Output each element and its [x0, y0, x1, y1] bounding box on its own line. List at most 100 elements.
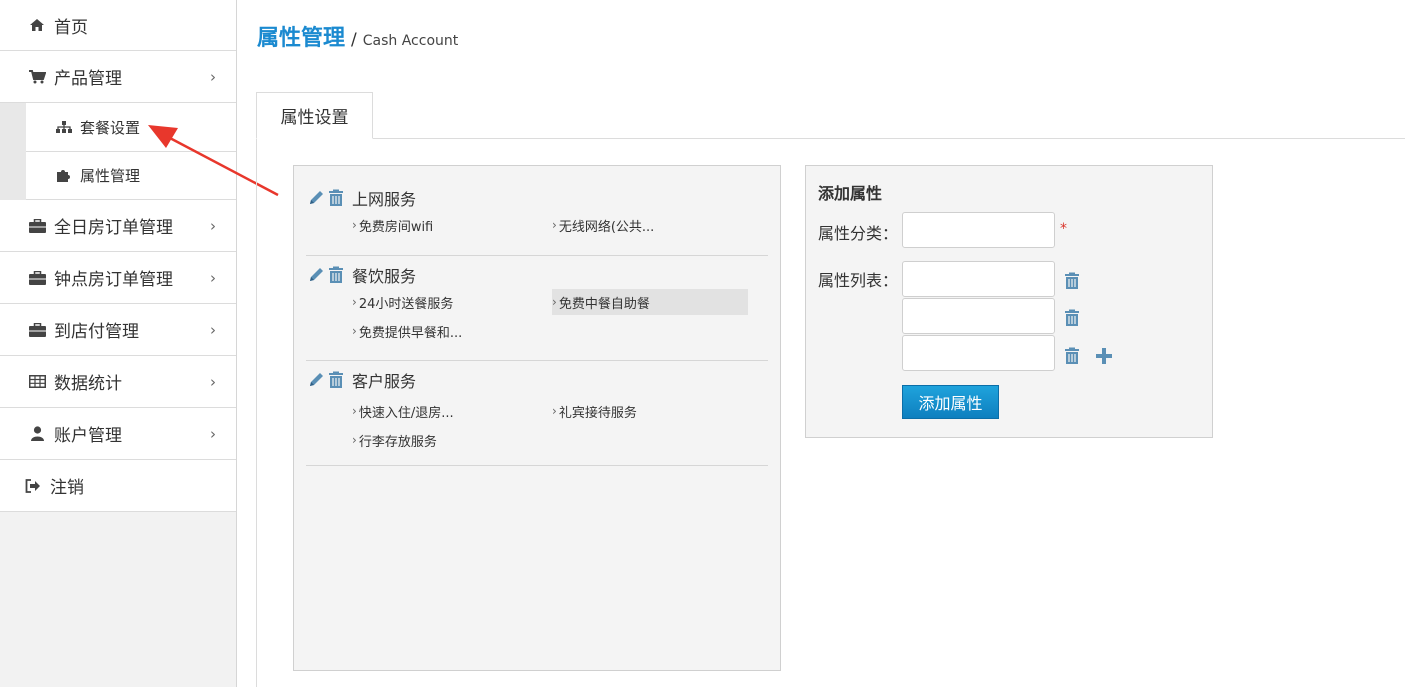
chevron-right-icon: › [210, 268, 216, 287]
briefcase-icon [28, 322, 46, 337]
attribute-option-label: 行李存放服务 [358, 434, 437, 450]
attribute-option[interactable]: › 24小时送餐服务 [352, 289, 453, 315]
sidebar: 首页 产品管理 › 套餐设置 属性管理 全日房订单管理 › 钟点房订单管理 › … [0, 0, 237, 687]
attribute-option-label: 免费中餐自助餐 [558, 296, 650, 312]
sidebar-item-statistics[interactable]: 数据统计 › [0, 356, 236, 408]
cart-icon [28, 69, 46, 84]
attribute-option[interactable]: › 礼宾接待服务 [552, 398, 637, 424]
sidebar-item-label: 账户管理 [54, 426, 122, 446]
breadcrumb-separator: / [351, 30, 357, 50]
main-content: 属性管理 / Cash Account 属性设置 上网服务 › 免费房间wifi… [237, 0, 1405, 687]
breadcrumb: 属性管理 / Cash Account [257, 20, 458, 52]
attribute-option-label: 24小时送餐服务 [358, 296, 454, 312]
attribute-list-input-1[interactable] [902, 261, 1055, 297]
tab-border [256, 139, 257, 687]
chevron-right-icon: › [352, 324, 357, 338]
attribute-group-name: 上网服务 [352, 190, 417, 209]
add-attribute-panel: 添加属性 属性分类： * 属性列表： 添加属性 [805, 165, 1213, 438]
sidebar-nav-lower: 全日房订单管理 › 钟点房订单管理 › 到店付管理 › 数据统计 › 账户管理 … [0, 200, 236, 512]
chevron-right-icon: › [210, 372, 216, 391]
sidebar-subitem-attribute-management[interactable]: 属性管理 [26, 152, 236, 200]
trash-icon[interactable] [326, 370, 346, 390]
attribute-option[interactable]: › 免费提供早餐和... [352, 318, 462, 344]
attribute-option-label: 礼宾接待服务 [558, 405, 637, 421]
add-attribute-title: 添加属性 [818, 184, 883, 203]
sidebar-item-label: 注销 [50, 478, 84, 498]
attribute-group-header: 上网服务 [306, 186, 416, 210]
attribute-group: 餐饮服务 › 24小时送餐服务 › 免费中餐自助餐 › 免费提供早餐和... [306, 263, 768, 361]
attribute-list-label: 属性列表： [818, 271, 899, 290]
sitemap-icon [56, 120, 72, 134]
attribute-group: 上网服务 › 免费房间wifi › 无线网络(公共... [306, 186, 768, 256]
briefcase-icon [28, 218, 46, 233]
attribute-category-label: 属性分类： [818, 224, 899, 243]
attribute-group-header: 客户服务 [306, 368, 416, 392]
pencil-icon[interactable] [306, 188, 326, 208]
trash-icon[interactable] [326, 265, 346, 285]
sidebar-item-label: 钟点房订单管理 [54, 270, 173, 290]
trash-icon[interactable] [1062, 346, 1082, 366]
sidebar-subitem-label: 属性管理 [80, 167, 141, 185]
sidebar-item-label: 到店付管理 [54, 322, 139, 342]
trash-icon[interactable] [1062, 308, 1082, 328]
sidebar-item-logout[interactable]: 注销 [0, 460, 236, 512]
puzzle-icon [56, 168, 72, 183]
attribute-list-input-2[interactable] [902, 298, 1055, 334]
sidebar-item-hourly-orders[interactable]: 钟点房订单管理 › [0, 252, 236, 304]
attribute-tree-panel: 上网服务 › 免费房间wifi › 无线网络(公共... 餐饮服务 › 24小时送餐服… [293, 165, 781, 671]
pencil-icon[interactable] [306, 370, 326, 390]
sidebar-item-account[interactable]: 账户管理 › [0, 408, 236, 460]
attribute-option[interactable]: › 行李存放服务 [352, 427, 437, 453]
table-icon [28, 375, 46, 388]
attribute-group-name: 餐饮服务 [352, 267, 417, 286]
trash-icon[interactable] [1062, 271, 1082, 291]
attribute-option-label: 快速入住/退房... [358, 405, 454, 421]
attribute-group-header: 餐饮服务 [306, 263, 416, 287]
chevron-right-icon: › [352, 404, 357, 418]
sidebar-submenu: 套餐设置 属性管理 [0, 103, 236, 200]
attribute-option[interactable]: › 无线网络(公共... [552, 212, 654, 238]
chevron-right-icon: › [552, 404, 557, 418]
attribute-option[interactable]: › 快速入住/退房... [352, 398, 454, 424]
chevron-right-icon: › [210, 424, 216, 443]
chevron-right-icon: › [552, 218, 557, 232]
sidebar-item-label: 产品管理 [54, 69, 122, 89]
pencil-icon[interactable] [306, 265, 326, 285]
attribute-option-label: 免费房间wifi [358, 219, 434, 235]
plus-icon[interactable] [1094, 346, 1114, 366]
attribute-group-name: 客户服务 [352, 372, 417, 391]
sidebar-item-label: 首页 [54, 17, 88, 38]
attribute-list-input-3[interactable] [902, 335, 1055, 371]
tab-bar: 属性设置 [256, 92, 1405, 139]
attribute-option-label: 免费提供早餐和... [358, 325, 463, 341]
app-window: 首页 产品管理 › 套餐设置 属性管理 全日房订单管理 › 钟点房订单管理 › … [0, 0, 1405, 687]
chevron-right-icon: › [352, 433, 357, 447]
page-title: 属性管理 [257, 26, 346, 51]
chevron-right-icon: › [210, 320, 216, 339]
attribute-option-selected[interactable]: › 免费中餐自助餐 [552, 289, 748, 315]
chevron-right-icon: › [210, 67, 216, 86]
add-attribute-button[interactable]: 添加属性 [902, 385, 999, 419]
attribute-category-input[interactable] [902, 212, 1055, 248]
sidebar-subitem-package-settings[interactable]: 套餐设置 [26, 103, 236, 152]
attribute-option[interactable]: › 免费房间wifi [352, 212, 433, 238]
user-icon [28, 426, 46, 441]
chevron-right-icon: › [552, 295, 557, 309]
logout-icon [24, 478, 42, 493]
trash-icon[interactable] [326, 188, 346, 208]
chevron-right-icon: › [210, 216, 216, 235]
sidebar-item-label: 数据统计 [54, 374, 122, 394]
sidebar-item-home[interactable]: 首页 [0, 0, 236, 51]
sidebar-item-label: 全日房订单管理 [54, 218, 173, 238]
sidebar-item-pay-at-hotel[interactable]: 到店付管理 › [0, 304, 236, 356]
sidebar-item-fullday-orders[interactable]: 全日房订单管理 › [0, 200, 236, 252]
briefcase-icon [28, 270, 46, 285]
required-mark: * [1060, 221, 1067, 237]
home-icon [28, 18, 46, 32]
sidebar-nav: 首页 产品管理 › [0, 0, 236, 103]
tab-attribute-settings[interactable]: 属性设置 [256, 92, 373, 139]
chevron-right-icon: › [352, 295, 357, 309]
page-subtitle: Cash Account [362, 33, 459, 49]
attribute-option-label: 无线网络(公共... [558, 219, 655, 235]
sidebar-item-products[interactable]: 产品管理 › [0, 51, 236, 103]
